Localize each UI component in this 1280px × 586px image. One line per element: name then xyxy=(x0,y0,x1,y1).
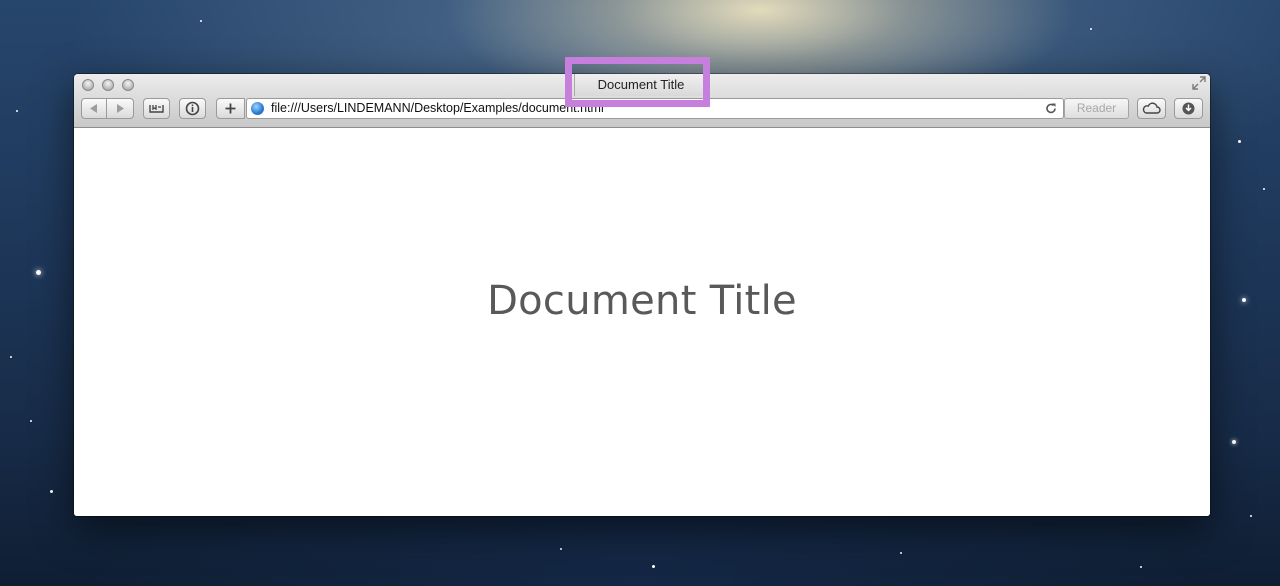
page-content: Document Title xyxy=(74,128,1210,516)
close-window-button[interactable] xyxy=(82,79,94,91)
star xyxy=(1242,298,1246,302)
star xyxy=(1238,140,1241,143)
star xyxy=(560,548,562,550)
window-title-tab[interactable]: Document Title xyxy=(574,74,708,96)
downloads-button[interactable] xyxy=(1174,98,1203,119)
minimize-window-button[interactable] xyxy=(102,79,114,91)
reload-icon[interactable] xyxy=(1045,101,1057,118)
cloud-icon xyxy=(1138,102,1165,121)
address-bar[interactable]: file:///Users/LINDEMANN/Desktop/Examples… xyxy=(246,98,1064,119)
star xyxy=(200,20,202,22)
plus-icon xyxy=(217,103,244,121)
globe-icon xyxy=(251,102,264,115)
star xyxy=(1263,188,1265,190)
window-title: Document Title xyxy=(597,77,685,92)
zoom-window-button[interactable] xyxy=(122,79,134,91)
icloud-tabs-button[interactable] xyxy=(1137,98,1166,119)
bookmarks-button[interactable] xyxy=(143,98,170,119)
star xyxy=(10,356,12,358)
url-text: file:///Users/LINDEMANN/Desktop/Examples… xyxy=(271,101,604,115)
back-forward-control xyxy=(81,98,134,119)
fullscreen-icon[interactable] xyxy=(1192,76,1206,90)
star xyxy=(1090,28,1092,30)
bookmarks-icon xyxy=(144,105,169,121)
browser-toolbar: Document Title file:///Users/LINDEMANN/D… xyxy=(74,74,1210,128)
forward-arrow-icon[interactable] xyxy=(107,99,133,118)
download-icon xyxy=(1175,102,1202,121)
star xyxy=(900,552,902,554)
info-button[interactable] xyxy=(179,98,206,119)
star xyxy=(1250,515,1252,517)
star xyxy=(16,110,18,112)
star xyxy=(652,565,655,568)
reader-button[interactable]: Reader xyxy=(1064,98,1129,119)
star xyxy=(36,270,41,275)
star xyxy=(30,420,32,422)
browser-window: Document Title file:///Users/LINDEMANN/D… xyxy=(74,74,1210,516)
back-arrow-icon[interactable] xyxy=(82,99,106,118)
star xyxy=(1232,440,1236,444)
star xyxy=(1140,566,1142,568)
info-icon xyxy=(180,101,205,121)
new-tab-button[interactable] xyxy=(216,98,245,119)
star xyxy=(50,490,53,493)
page-heading: Document Title xyxy=(487,278,797,324)
